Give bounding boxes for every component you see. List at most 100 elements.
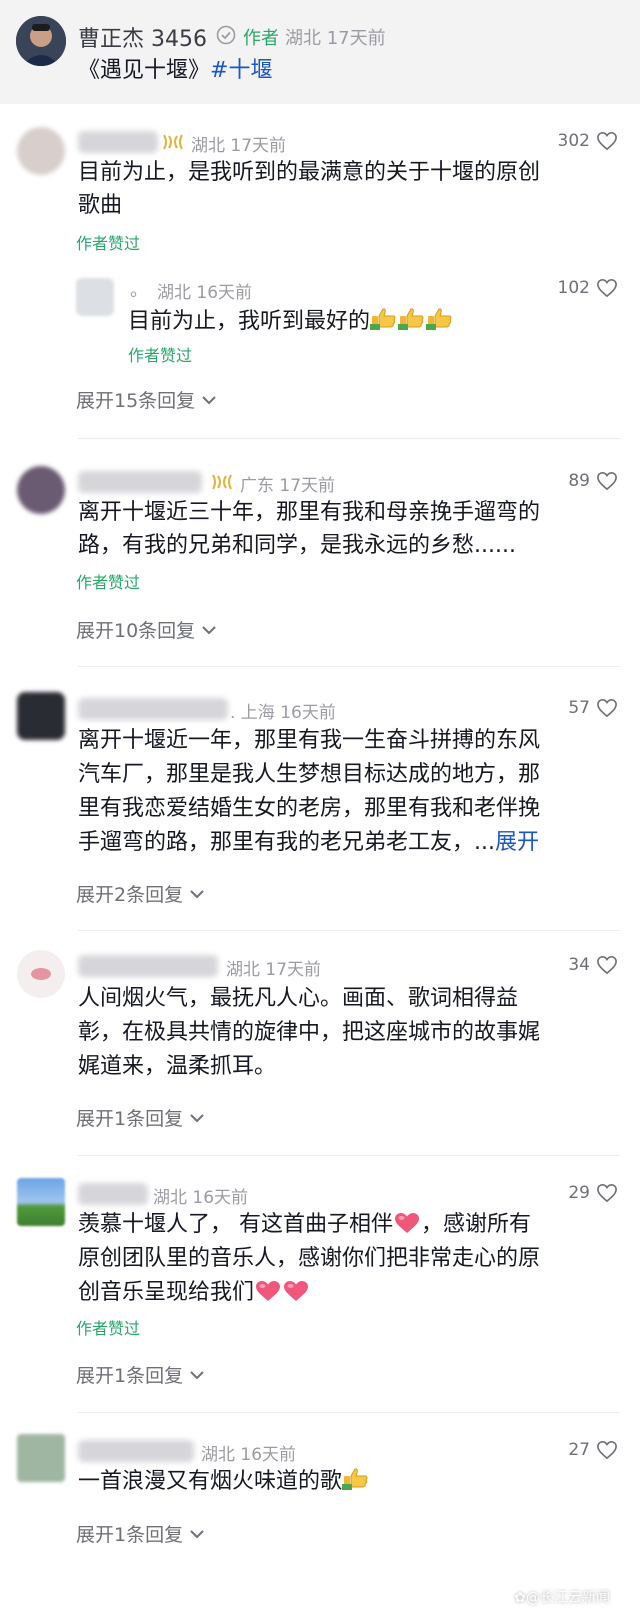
expand-replies-button[interactable]: 展开1条回复 <box>76 1361 205 1388</box>
like-button[interactable]: 29 <box>568 1183 618 1203</box>
commenter-name-blurred[interactable] <box>78 955 218 977</box>
comment-text-content: ，感谢所有 <box>421 1212 532 1237</box>
commenter-avatar-image <box>31 968 51 980</box>
comment-text-line: 路，有我的兄弟和同学，是我永远的乡愁...... <box>78 533 516 558</box>
chevron-down-icon <box>190 1113 204 1122</box>
expand-text-link[interactable]: 展开 <box>495 830 539 855</box>
like-button[interactable]: 34 <box>568 955 618 975</box>
like-count: 302 <box>557 131 590 151</box>
comment-text-line: 离开十堰近一年，那里有我一生奋斗拼搏的东风 <box>78 728 541 753</box>
commenter-avatar[interactable] <box>17 692 65 740</box>
thumbs-up-emoji <box>342 1466 370 1502</box>
comment-text-line: 创音乐呈现给我们 <box>78 1276 310 1313</box>
expand-replies-button[interactable]: 展开10条回复 <box>76 616 217 643</box>
expand-replies-label: 展开15条回复 <box>76 390 196 412</box>
chevron-down-icon <box>190 889 204 898</box>
like-button[interactable]: 27 <box>568 1440 618 1460</box>
expand-replies-label: 展开1条回复 <box>76 1108 184 1130</box>
commenter-avatar[interactable] <box>17 127 65 175</box>
divider <box>78 930 620 931</box>
comment-text-line: 汽车厂，那里是我人生梦想目标达成的地方，那 <box>78 762 541 787</box>
expand-replies-button[interactable]: 展开2条回复 <box>76 880 205 907</box>
commenter-avatar[interactable] <box>17 1434 65 1482</box>
reply-name[interactable]: 。 <box>130 276 148 302</box>
heart-emoji <box>254 1279 310 1313</box>
commenter-name-blurred[interactable] <box>78 131 158 153</box>
expand-replies-button[interactable]: 展开1条回复 <box>76 1520 205 1547</box>
like-count: 29 <box>568 1183 590 1203</box>
commenter-name-blurred[interactable] <box>78 1440 194 1462</box>
commenter-name-blurred[interactable] <box>78 471 202 493</box>
post-region-time: 湖北 17天前 <box>285 28 386 49</box>
like-button[interactable]: 302 <box>558 131 618 151</box>
chevron-down-icon <box>202 395 216 404</box>
reply-region-time: 湖北 16天前 <box>157 283 253 303</box>
comment-text-line: 羡慕十堰人了， 有这首曲子相伴 ，感谢所有 <box>78 1208 531 1245</box>
divider <box>78 666 620 667</box>
comment-text-content: 羡慕十堰人了， 有这首曲子相伴 <box>78 1212 393 1237</box>
comment-region-time: 湖北 16天前 <box>201 1445 297 1465</box>
author-avatar-image <box>16 16 66 66</box>
comment-text-line: 目前为止，是我听到的最满意的关于十堰的原创 <box>78 160 541 185</box>
reply-text: 目前为止，我听到最好的 <box>128 305 454 342</box>
reply-avatar[interactable] <box>76 278 114 316</box>
like-count: 57 <box>568 698 590 718</box>
comment-region-time: 湖北 17天前 <box>226 960 322 980</box>
comment-text-line: 里有我恋爱结婚生女的老房，那里有我和老伴挽 <box>78 796 541 821</box>
reply-text-content: 目前为止，我听到最好的 <box>128 309 371 334</box>
comment-text-line-last: 手遛弯的路，那里有我的老兄弟老工友，...展开 <box>78 826 539 859</box>
divider <box>78 438 620 439</box>
post-header: 曹正杰 3456 作者 湖北 17天前 《遇见十堰》#十堰 <box>0 0 640 104</box>
like-button[interactable]: 57 <box>568 698 618 718</box>
author-tag: 作者 <box>243 28 279 49</box>
post-caption: 《遇见十堰》#十堰 <box>78 52 272 84</box>
heart-outline-icon <box>597 131 617 151</box>
heart-outline-icon <box>597 1440 617 1460</box>
comment-text-content: 手遛弯的路，那里有我的老兄弟老工友，... <box>78 830 495 855</box>
commenter-avatar[interactable] <box>17 1178 65 1226</box>
vip-badge-icon <box>163 134 183 150</box>
commenter-avatar[interactable] <box>17 466 65 514</box>
like-count: 102 <box>557 278 590 298</box>
divider <box>78 1155 620 1156</box>
expand-replies-label: 展开1条回复 <box>76 1365 184 1387</box>
watermark-text: 长江云新闻 <box>540 1590 610 1606</box>
comment-text-line: 人间烟火气，最抚凡人心。画面、歌词相得益 <box>78 986 519 1011</box>
comment-region-time: 湖北 17天前 <box>191 136 287 156</box>
chevron-down-icon <box>202 625 216 634</box>
reply-like-button[interactable]: 102 <box>558 278 618 298</box>
like-count: 89 <box>568 471 590 491</box>
author-name[interactable]: 曹正杰 3456 <box>78 21 207 53</box>
watermark: ✿@长江云新闻 <box>514 1590 610 1606</box>
divider <box>78 1412 620 1413</box>
commenter-name-blurred[interactable] <box>78 698 228 720</box>
thumbs-up-emoji <box>370 306 454 342</box>
watermark-logo-icon: ✿ <box>514 1590 526 1606</box>
expand-replies-label: 展开10条回复 <box>76 620 196 642</box>
comment-region-time: 湖北 16天前 <box>153 1188 249 1208</box>
expand-replies-button[interactable]: 展开15条回复 <box>76 386 217 413</box>
heart-emoji <box>393 1211 421 1245</box>
author-liked-label: 作者赞过 <box>76 234 141 253</box>
expand-replies-button[interactable]: 展开1条回复 <box>76 1104 205 1131</box>
author-liked-label: 作者赞过 <box>128 346 193 365</box>
comment-text-line: 歌曲 <box>78 193 123 218</box>
comment-text-line: 彰，在极具共情的旋律中，把这座城市的故事娓 <box>78 1020 541 1045</box>
chevron-down-icon <box>190 1529 204 1538</box>
comment-text-content: 创音乐呈现给我们 <box>78 1280 255 1305</box>
heart-outline-icon <box>597 278 617 298</box>
author-avatar[interactable] <box>16 16 66 66</box>
like-button[interactable]: 89 <box>568 471 618 491</box>
comment-region-time: 广东 17天前 <box>240 476 336 496</box>
chevron-down-icon <box>190 1370 204 1379</box>
post-hashtag[interactable]: #十堰 <box>210 58 272 83</box>
vip-badge-icon <box>212 474 232 490</box>
expand-replies-label: 展开1条回复 <box>76 1524 184 1546</box>
comment-text-line: 原创团队里的音乐人，感谢你们把非常走心的原 <box>78 1246 541 1271</box>
commenter-avatar[interactable] <box>17 950 65 998</box>
verified-icon <box>216 25 236 45</box>
comment-text-line: 一首浪漫又有烟火味道的歌 <box>78 1465 370 1502</box>
heart-outline-icon <box>597 1183 617 1203</box>
comment-text-content: 一首浪漫又有烟火味道的歌 <box>78 1469 343 1494</box>
commenter-name-blurred[interactable] <box>78 1183 148 1205</box>
